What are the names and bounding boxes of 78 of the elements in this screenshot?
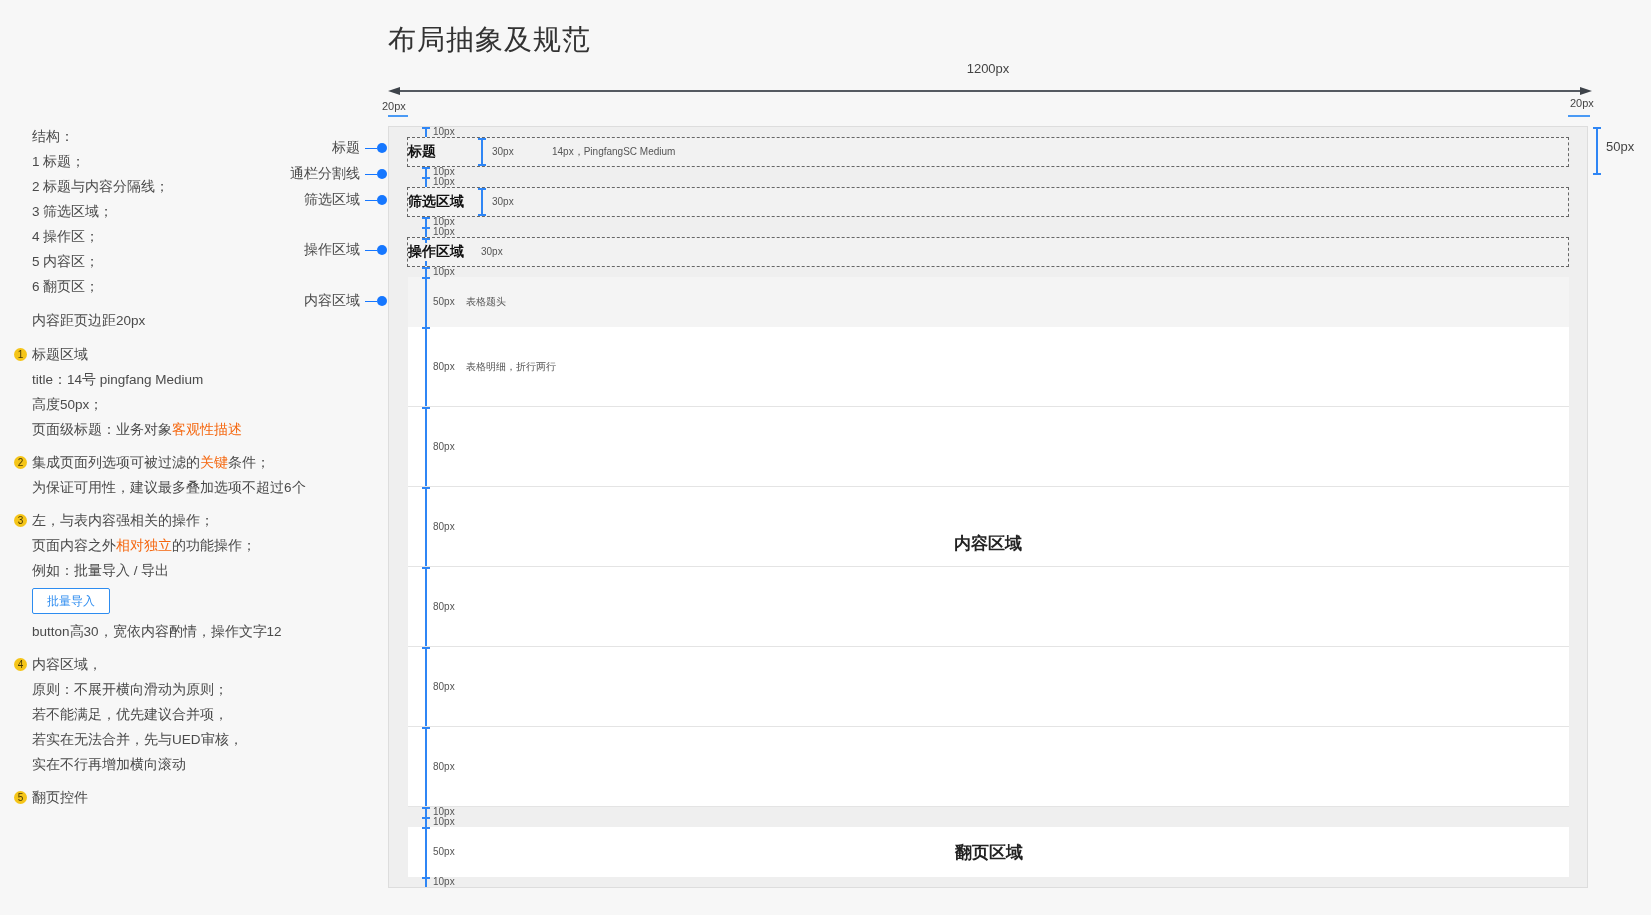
note-text: 原则：不展开横向滑动为原则； bbox=[32, 681, 228, 699]
area-label: 操作区域 bbox=[408, 243, 466, 261]
number-badge: 3 bbox=[14, 514, 27, 527]
note-text: 左，与表内容强相关的操作； bbox=[32, 512, 214, 530]
note-text: 为保证可用性，建议最多叠加选项不超过6个 bbox=[32, 479, 306, 497]
leader-line bbox=[365, 147, 377, 149]
note-text: 翻页控件 bbox=[32, 789, 88, 807]
note-text: 内容距页边距20px bbox=[32, 312, 146, 330]
dimension-label: 80px bbox=[433, 601, 455, 612]
note-text: 内容区域， bbox=[32, 656, 102, 674]
dimension-label: 80px bbox=[433, 761, 455, 772]
page-title: 布局抽象及规范 bbox=[388, 23, 592, 57]
dimension-label: 20px bbox=[382, 100, 406, 112]
note-text: title：14号 pingfang Medium bbox=[32, 371, 204, 389]
spec-note: 14px，PingfangSC Medium bbox=[552, 145, 676, 159]
leader-line bbox=[365, 249, 377, 251]
note-text: 若实在无法合并，先与UED审核， bbox=[32, 731, 243, 749]
area-label: 标题 bbox=[408, 143, 438, 161]
structure-item: 2 标题与内容分隔线； bbox=[32, 178, 170, 196]
dimension-label: 30px bbox=[492, 147, 514, 157]
structure-item: 4 操作区； bbox=[32, 228, 100, 246]
note-text: button高30，宽依内容酌情，操作文字12 bbox=[32, 623, 282, 641]
note-text: 高度50px； bbox=[32, 396, 104, 414]
spec-note: 表格明细，折行两行 bbox=[466, 359, 556, 374]
callout-dot bbox=[377, 169, 387, 179]
dimension-label: 50px bbox=[433, 297, 455, 307]
dimension-label: 10px bbox=[433, 217, 455, 227]
callout-label: 操作区域 bbox=[304, 241, 360, 259]
dimension-label: 10px bbox=[433, 177, 455, 187]
dimension-label: 1200px bbox=[965, 61, 1011, 76]
callout-label: 筛选区域 bbox=[304, 191, 360, 209]
dimension-label: 50px bbox=[433, 847, 455, 857]
dimension-label: 10px bbox=[433, 227, 455, 237]
structure-item: 3 筛选区域； bbox=[32, 203, 114, 221]
dimension-label: 30px bbox=[481, 247, 503, 257]
note-text: 页面级标题：业务对象客观性描述 bbox=[32, 421, 242, 439]
number-badge: 4 bbox=[14, 658, 27, 671]
area-label: 筛选区域 bbox=[408, 193, 466, 211]
note-text: 页面内容之外相对独立的功能操作； bbox=[32, 537, 256, 555]
note-text: 标题区域 bbox=[32, 346, 88, 364]
spec-note: 表格题头 bbox=[466, 295, 506, 309]
dimension-label: 80px bbox=[433, 361, 455, 372]
dimension-label: 10px bbox=[433, 267, 455, 277]
note-text: 例如：批量导入 / 导出 bbox=[32, 562, 170, 580]
number-badge: 5 bbox=[14, 791, 27, 804]
leader-line bbox=[365, 199, 377, 201]
dimension-label: 80px bbox=[433, 521, 455, 532]
callout-label: 内容区域 bbox=[304, 292, 360, 310]
leader-line bbox=[365, 173, 377, 175]
dimension-label: 20px bbox=[1570, 97, 1594, 109]
dimension-label: 10px bbox=[433, 817, 455, 827]
import-button[interactable]: 批量导入 bbox=[32, 588, 110, 614]
note-text: 集成页面列选项可被过滤的关键条件； bbox=[32, 454, 270, 472]
number-badge: 2 bbox=[14, 456, 27, 469]
dimension-label: 10px bbox=[433, 807, 455, 817]
callout-label: 通栏分割线 bbox=[290, 165, 360, 183]
area-caption: 翻页区域 bbox=[954, 841, 1023, 864]
callout-dot bbox=[377, 143, 387, 153]
note-text: 若不能满足，优先建议合并项， bbox=[32, 706, 228, 724]
note-heading: 结构： bbox=[32, 128, 74, 146]
structure-item: 6 翻页区； bbox=[32, 278, 100, 296]
dimension-label: 30px bbox=[492, 197, 514, 207]
note-text: 实在不行再增加横向滚动 bbox=[32, 756, 186, 774]
dimension-label: 10px bbox=[433, 167, 455, 177]
callout-dot bbox=[377, 195, 387, 205]
callout-label: 标题 bbox=[332, 139, 360, 157]
structure-item: 1 标题； bbox=[32, 153, 86, 171]
structure-item: 5 内容区； bbox=[32, 253, 100, 271]
leader-line bbox=[365, 300, 377, 302]
dimension-label: 80px bbox=[433, 441, 455, 452]
callout-dot bbox=[377, 296, 387, 306]
dimension-label: 10px bbox=[433, 877, 455, 887]
area-caption: 内容区域 bbox=[954, 532, 1022, 555]
dimension-label: 10px bbox=[433, 127, 455, 137]
callout-dot bbox=[377, 245, 387, 255]
number-badge: 1 bbox=[14, 348, 27, 361]
dimension-label: 50px bbox=[1606, 139, 1635, 154]
dimension-label: 80px bbox=[433, 681, 455, 692]
